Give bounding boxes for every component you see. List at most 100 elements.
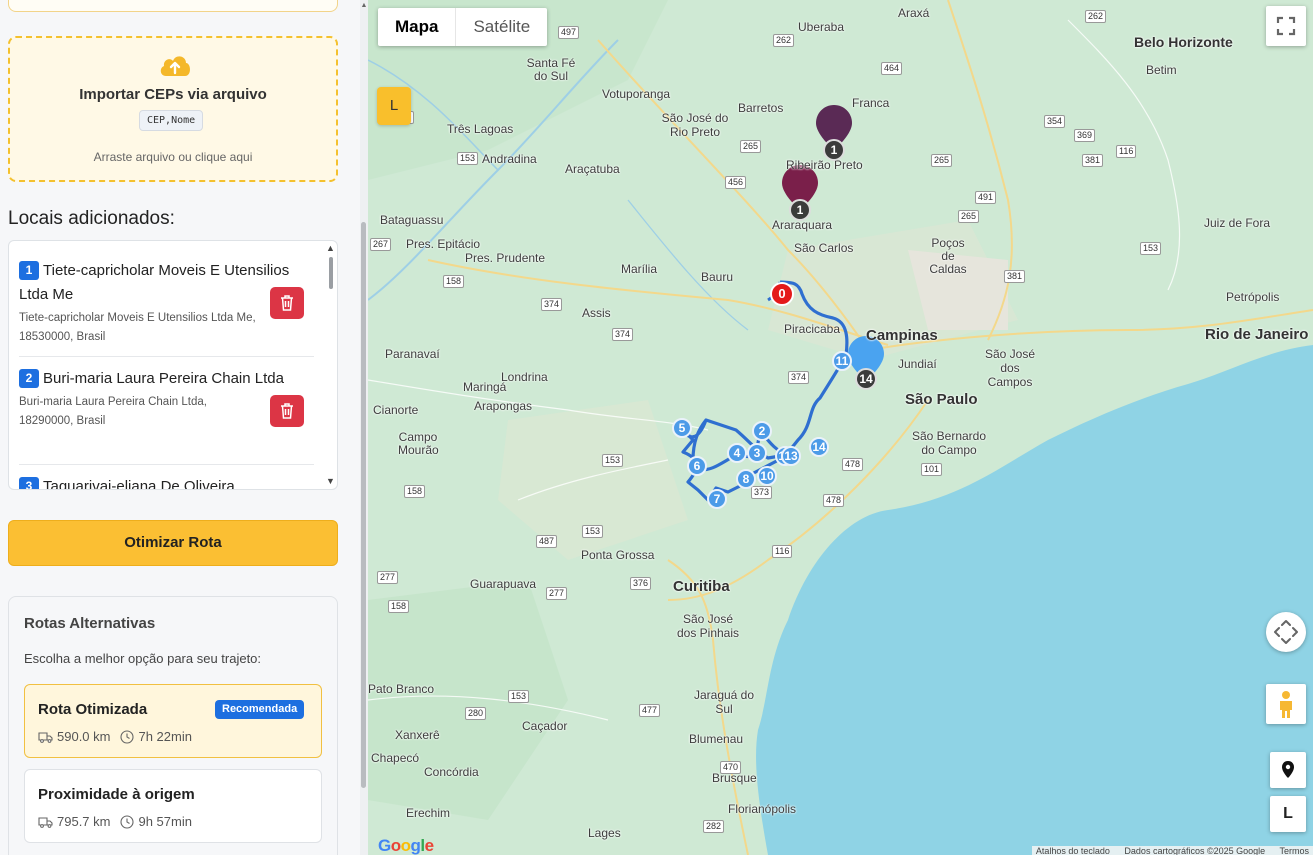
- map-city-label: Jaraguá do Sul: [693, 688, 755, 716]
- map-city-label: São Carlos: [794, 241, 854, 255]
- file-dropzone[interactable]: Importar CEPs via arquivo CEP,Nome Arras…: [8, 36, 338, 182]
- keyboard-shortcuts-link[interactable]: Atalhos do teclado: [1036, 846, 1110, 855]
- map-type-satellite-button[interactable]: Satélite: [456, 8, 547, 46]
- road-shield: 116: [1116, 145, 1137, 158]
- map-city-label: Guarapuava: [470, 577, 537, 591]
- scroll-up-icon[interactable]: ▲: [326, 243, 335, 253]
- road-shield: 369: [1074, 129, 1096, 142]
- road-shield: 265: [958, 210, 980, 223]
- app-root: Importar CEPs via arquivo CEP,Nome Arras…: [0, 0, 1313, 855]
- route-stop-marker[interactable]: 14: [809, 437, 829, 457]
- google-logo: Google: [378, 836, 434, 855]
- road-shield: 354: [1044, 115, 1066, 128]
- map-city-label: Chapecó: [371, 751, 420, 765]
- locations-title: Locais adicionados:: [8, 208, 175, 229]
- route-option-proximity[interactable]: Proximidade à origem 795.7 km 9h 57min: [24, 769, 322, 843]
- route-stop-marker[interactable]: 3: [747, 443, 767, 463]
- map-city-label: Londrina: [501, 370, 548, 384]
- route-stop-marker[interactable]: 6: [687, 456, 707, 476]
- locations-list[interactable]: 1 Tiete-capricholar Moveis E Utensilios L…: [8, 240, 338, 490]
- map-city-label: Ponta Grossa: [581, 548, 655, 562]
- map-city-label: Caçador: [522, 719, 568, 733]
- map-city-label: Campinas: [866, 327, 938, 344]
- road-shield: 464: [881, 62, 903, 75]
- delete-location-button[interactable]: [270, 395, 304, 427]
- pin-label-marker[interactable]: 1: [823, 139, 845, 161]
- scroll-down-icon[interactable]: ▼: [326, 476, 335, 486]
- route-stop-marker[interactable]: 5: [672, 418, 692, 438]
- scroll-up-icon[interactable]: ▲: [360, 2, 368, 9]
- map-city-label: Cianorte: [373, 403, 419, 417]
- map-city-label: São Paulo: [905, 391, 978, 408]
- alternative-routes-card: Rotas Alternativas Escolha a melhor opçã…: [8, 596, 338, 855]
- pin-label-marker[interactable]: 14: [855, 368, 877, 390]
- route-stop-marker[interactable]: 11: [832, 351, 852, 371]
- list-scrollbar[interactable]: ▲ ▼: [326, 243, 335, 486]
- location-address: Tiete-capricholar Moveis E Utensilios Lt…: [19, 312, 256, 343]
- pan-arrows-icon: [1274, 620, 1298, 644]
- location-pin-icon: [1282, 761, 1294, 778]
- street-view-button[interactable]: [1266, 684, 1306, 724]
- road-shield: 478: [842, 458, 864, 471]
- road-shield: 487: [536, 535, 558, 548]
- dropzone-title: Importar CEPs via arquivo: [79, 86, 267, 103]
- cloud-upload-icon: [160, 56, 190, 76]
- road-shield: 262: [773, 34, 795, 47]
- map-city-label: São José dos Pinhais: [676, 612, 740, 640]
- list-item: 2 Buri-maria Laura Pereira Chain Ltda Bur…: [19, 367, 314, 465]
- map-city-label: São José do Rio Preto: [661, 111, 729, 139]
- fullscreen-icon: [1276, 16, 1296, 36]
- route-stop-marker[interactable]: 4: [727, 443, 747, 463]
- map-city-label: Arapongas: [474, 399, 533, 413]
- l-overlay-button[interactable]: L: [377, 87, 411, 125]
- route-stop-marker[interactable]: 8: [736, 469, 756, 489]
- map-city-label: Jundiaí: [898, 357, 937, 371]
- road-shield: 497: [558, 26, 580, 39]
- route-stop-marker[interactable]: 10: [757, 466, 777, 486]
- sidebar-scrollbar[interactable]: ▲: [360, 0, 368, 855]
- map-city-label: Araçatuba: [565, 162, 620, 176]
- road-shield: 374: [612, 328, 634, 341]
- recommended-badge: Recomendada: [215, 700, 305, 719]
- road-shield: 277: [546, 587, 568, 600]
- road-shield: 282: [703, 820, 725, 833]
- location-name: Buri-maria Laura Pereira Chain Ltda: [43, 370, 284, 387]
- map-city-label: Assis: [582, 306, 611, 320]
- map-city-label: Três Lagoas: [447, 122, 514, 136]
- map-city-label: Erechim: [406, 806, 451, 820]
- location-address: Buri-maria Laura Pereira Chain Ltda, 182…: [19, 396, 207, 427]
- map-city-label: Uberaba: [798, 20, 845, 34]
- map-city-label: Barretos: [738, 101, 784, 115]
- map-view[interactable]: Uberaba Araxá Belo Horizonte Betim Franc…: [368, 0, 1313, 855]
- map-city-label: Juiz de Fora: [1204, 216, 1271, 230]
- map-type-control: Mapa Satélite: [378, 8, 548, 46]
- route-option-optimized[interactable]: Rota Otimizada Recomendada 590.0 km 7h 2…: [24, 684, 322, 758]
- origin-marker[interactable]: 0: [770, 282, 794, 306]
- my-location-button[interactable]: [1270, 752, 1306, 788]
- route-stop-marker[interactable]: 7: [707, 489, 727, 509]
- truck-icon: [38, 731, 53, 743]
- pegman-icon: [1280, 691, 1292, 718]
- route-stop-marker[interactable]: 13: [781, 446, 801, 466]
- optimize-route-button[interactable]: Otimizar Rota: [8, 520, 338, 566]
- pin-label-marker[interactable]: 1: [789, 199, 811, 221]
- road-shield: 381: [1082, 154, 1104, 167]
- fullscreen-button[interactable]: [1266, 6, 1306, 46]
- route-distance: 795.7 km: [57, 814, 111, 829]
- terms-link[interactable]: Termos: [1279, 846, 1309, 855]
- map-city-label: Xanxerê: [395, 728, 440, 742]
- map-city-label: Santa Fé do Sul: [526, 56, 576, 83]
- l-control-button[interactable]: L: [1270, 796, 1306, 832]
- camera-control-button[interactable]: [1266, 612, 1306, 652]
- delete-location-button[interactable]: [270, 287, 304, 319]
- map-city-label: Pato Branco: [368, 682, 435, 696]
- map-type-map-button[interactable]: Mapa: [378, 8, 457, 46]
- location-name: Taquarivai-eliana De Oliveira: [43, 478, 235, 490]
- road-shield: 267: [370, 238, 392, 251]
- route-stop-marker[interactable]: 2: [752, 421, 772, 441]
- road-shield: 158: [388, 600, 410, 613]
- road-shield: 470: [720, 761, 742, 774]
- route-name: Rota Otimizada: [38, 701, 148, 718]
- route-distance: 590.0 km: [57, 729, 111, 744]
- map-city-label: Concórdia: [424, 765, 479, 779]
